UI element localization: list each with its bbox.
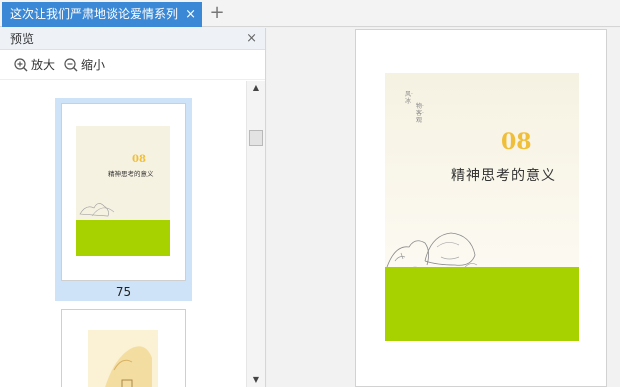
scrollbar-thumb[interactable] (249, 130, 263, 146)
chapter-cover: 风·冰 物·客·观 08 精神思考的意义 (385, 73, 579, 341)
preview-close-icon[interactable]: × (246, 28, 257, 50)
cover-chapter-title: 精神思考的意义 (451, 168, 556, 184)
thumbnail-page-number: 75 (115, 285, 132, 299)
thumbnail-page-next[interactable] (61, 309, 186, 387)
thumbnail-page-image: 08 精神思考的意义 (61, 103, 186, 281)
preview-title: 预览 (10, 32, 35, 46)
zoom-out-icon (64, 58, 78, 72)
thumbnail-page-75[interactable]: 08 精神思考的意义 75 (55, 98, 192, 301)
thumbnail-cover-title: 精神思考的意义 (108, 169, 154, 178)
document-page: 风·冰 物·客·观 08 精神思考的意义 (355, 29, 607, 387)
thumbnail-next-art (88, 330, 158, 387)
zoom-in-icon (14, 58, 28, 72)
cover-chapter-number: 08 (501, 129, 532, 155)
thumbnail-cover-number: 08 (132, 154, 146, 165)
zoom-toolbar: 放大 缩小 (0, 50, 265, 80)
cover-green-band (385, 267, 579, 341)
tab-title: 这次让我们严肃地谈论爱情系列 (10, 7, 178, 21)
thumbnail-cover-art: 08 精神思考的意义 (76, 126, 170, 256)
document-tab[interactable]: 这次让我们严肃地谈论爱情系列 × (2, 2, 202, 27)
thumbnail-list: 08 精神思考的意义 75 (0, 81, 246, 387)
zoom-in-label: 放大 (31, 58, 56, 72)
preview-scrollbar[interactable]: ▲ ▼ (246, 81, 265, 387)
document-view: 风·冰 物·客·观 08 精神思考的意义 (267, 28, 620, 387)
preview-panel: 预览 × 放大 缩小 08 精神思考的意义 75 ▲ ▼ (0, 28, 266, 387)
zoom-out-button[interactable]: 缩小 (64, 56, 105, 74)
scroll-up-icon[interactable]: ▲ (247, 81, 265, 95)
zoom-in-button[interactable]: 放大 (14, 56, 55, 74)
zoom-out-label: 缩小 (81, 58, 106, 72)
preview-header: 预览 × (0, 28, 265, 50)
tab-bar: 这次让我们严肃地谈论爱情系列 × + (0, 0, 620, 27)
tab-close-icon[interactable]: × (185, 2, 196, 27)
cover-vertical-text-2: 物·客·观 (416, 103, 424, 124)
scroll-down-icon[interactable]: ▼ (247, 373, 265, 387)
new-tab-button[interactable]: + (207, 2, 227, 24)
